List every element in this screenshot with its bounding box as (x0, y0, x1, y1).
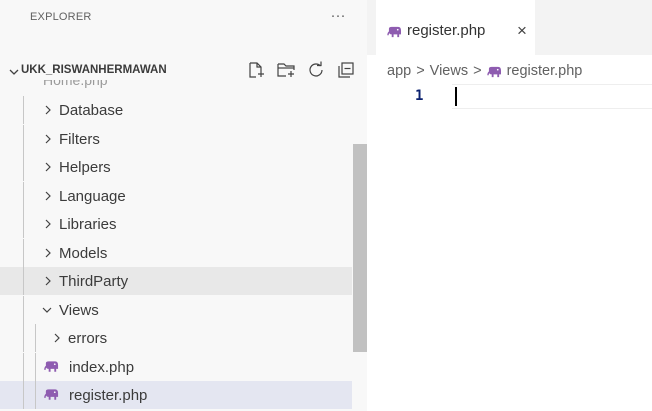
tree-item-label: Views (59, 301, 99, 319)
indent-guide (23, 295, 24, 324)
refresh-icon[interactable] (306, 60, 326, 80)
tree-item-label: Database (59, 102, 124, 119)
chevron-right-icon (45, 219, 51, 229)
chevron-right-icon (54, 333, 60, 343)
explorer-header: EXPLORER ··· (0, 0, 367, 35)
collapse-all-icon[interactable] (336, 60, 356, 80)
line-number: 1 (415, 88, 424, 104)
explorer-title: EXPLORER (30, 11, 92, 23)
tree-item-models[interactable]: Models (0, 238, 352, 267)
tree-item-label: errors (68, 330, 108, 347)
partially-hidden-file: Home.php (43, 80, 108, 88)
tree-item-label: Models (59, 244, 108, 262)
breadcrumb: app > Views > register.php (387, 63, 582, 79)
tree-item-thirdparty[interactable]: ThirdParty (0, 267, 352, 295)
tree-item-filters[interactable]: Filters (0, 124, 352, 153)
tree-item-register-php[interactable]: register.php (0, 381, 352, 409)
chevron-right-icon (45, 248, 51, 257)
chevron-right-icon (45, 191, 51, 200)
indent-guide (23, 124, 24, 153)
close-icon[interactable]: × (517, 22, 531, 40)
ellipsis-icon[interactable]: ··· (329, 6, 347, 28)
new-folder-icon[interactable] (276, 60, 296, 80)
breadcrumb-item-views[interactable]: Views (430, 63, 468, 79)
new-file-icon[interactable] (246, 60, 266, 80)
editor-pane: register.php × app > Views > register.ph… (367, 0, 652, 411)
chevron-right-icon (45, 276, 51, 286)
php-elephant-icon (44, 360, 59, 372)
chevron-down-icon (42, 307, 52, 313)
tree-item-label: Libraries (59, 216, 117, 233)
breadcrumb-separator: > (416, 63, 425, 79)
tree-item-errors[interactable]: errors (0, 324, 352, 352)
chevron-right-icon (45, 134, 51, 143)
tab-register-php[interactable]: register.php × (376, 0, 535, 56)
chevron-right-icon (45, 162, 51, 172)
tab-label: register.php (407, 22, 486, 39)
indent-guide (23, 324, 24, 352)
indent-guide (23, 352, 24, 381)
tree-item-libraries[interactable]: Libraries (0, 210, 352, 238)
tree-item-label: Helpers (59, 159, 111, 176)
text-cursor (455, 87, 457, 106)
tree-item-label: Language (59, 187, 126, 205)
indent-guide (35, 381, 36, 409)
tree-item-database[interactable]: Database (0, 96, 352, 124)
tree-item-views[interactable]: Views (0, 295, 352, 324)
breadcrumb-item-file[interactable]: register.php (507, 63, 583, 79)
tree-item-label: ThirdParty (59, 273, 129, 290)
indent-guide (23, 238, 24, 267)
tree-item-index-php[interactable]: index.php (0, 352, 352, 381)
php-elephant-icon (387, 26, 401, 38)
current-line-highlight[interactable] (452, 84, 652, 109)
php-elephant-icon (44, 389, 59, 400)
tree-item-label: register.php (69, 387, 148, 404)
indent-guide (23, 96, 24, 124)
tree-item-label: Filters (59, 130, 100, 148)
sidebar-scrollbar[interactable] (353, 144, 367, 352)
indent-guide (23, 210, 24, 238)
php-elephant-icon (486, 66, 501, 77)
breadcrumb-separator: > (473, 63, 482, 79)
indent-guide (35, 324, 36, 352)
indent-guide (23, 267, 24, 295)
tab-bar: register.php × (367, 0, 652, 56)
chevron-right-icon (45, 105, 51, 115)
indent-guide (23, 181, 24, 210)
breadcrumb-item-app[interactable]: app (387, 63, 411, 79)
tree-item-helpers[interactable]: Helpers (0, 153, 352, 181)
indent-guide (23, 153, 24, 181)
indent-guide (35, 352, 36, 381)
tree-item-language[interactable]: Language (0, 181, 352, 210)
workspace-folder-name: UKK_RISWANHERMAWAN (21, 64, 167, 76)
explorer-sidebar: EXPLORER ··· UKK_RISWANHERMAWAN Home.php… (0, 0, 367, 411)
tree-item-label: index.php (69, 358, 135, 376)
indent-guide (23, 381, 24, 409)
chevron-down-icon (9, 69, 19, 75)
